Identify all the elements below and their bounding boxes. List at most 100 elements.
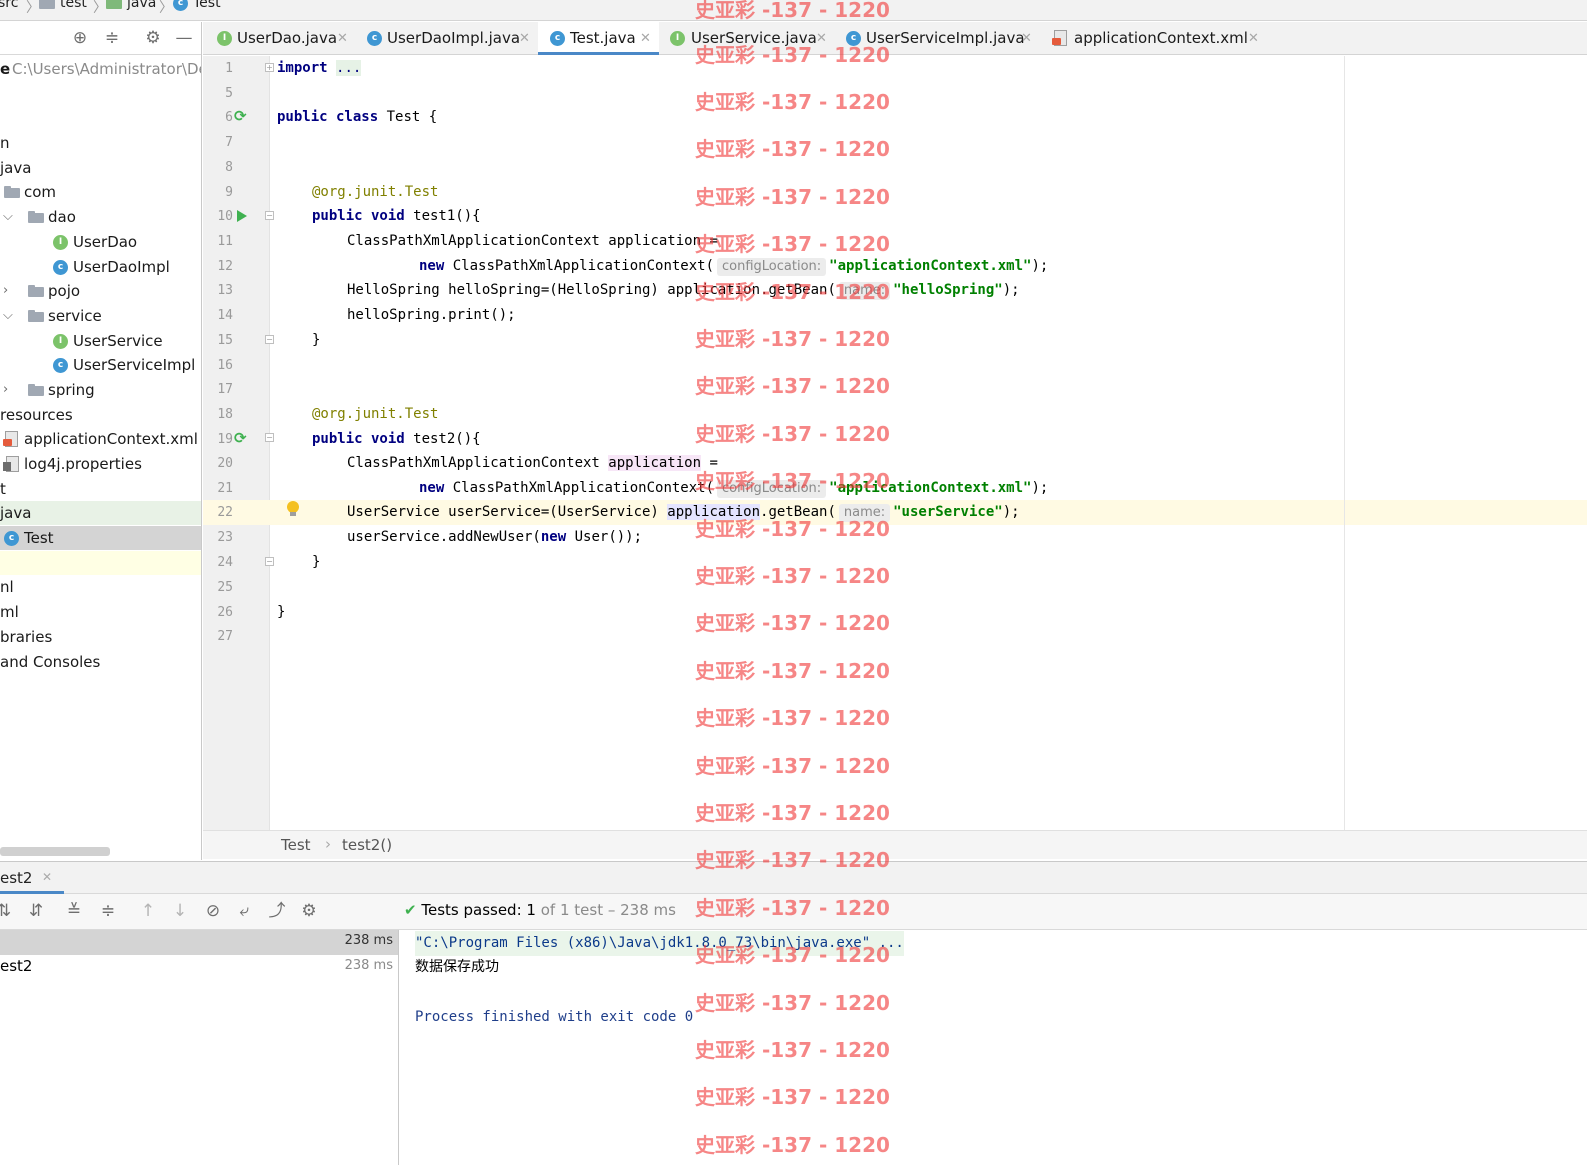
tree-item-applicationcontext[interactable]: applicationContext.xml [0,427,201,451]
code-text: = [701,233,718,249]
tree-item-userservice[interactable]: I UserService [0,329,201,353]
close-icon[interactable]: ✕ [42,870,52,884]
tree-item-resources[interactable]: resources [0,403,201,427]
right-margin-guide [1344,56,1345,830]
run-tab-label[interactable]: est2 [0,869,32,887]
fold-icon[interactable]: − [265,557,274,566]
tree-item-scratches[interactable]: and Consoles [0,650,201,674]
line-number: 9 [225,185,233,200]
line-number: 10 [217,209,233,224]
tree-item-pom[interactable]: ml [0,600,201,624]
chevron-right-icon[interactable]: › [3,378,8,402]
tab-userdao[interactable]: I UserDao.java ✕ [211,22,351,55]
run-test-icon[interactable]: ⟳ [234,430,250,446]
fold-icon[interactable]: − [265,433,274,442]
chevron-right-icon[interactable]: › [3,279,8,303]
package-icon [4,186,20,198]
gear-icon[interactable]: ⚙ [300,902,318,920]
keyword: new [540,529,567,545]
tree-item-userdaoimpl[interactable]: c UserDaoImpl [0,255,201,279]
collapse-all-icon[interactable]: ≑ [103,29,121,47]
tree-item-com[interactable]: com [0,180,201,204]
editor-breadcrumb-class[interactable]: Test [281,836,311,854]
line-number: 14 [217,308,233,323]
tree-item-test-java[interactable]: java [0,501,201,525]
tree-item-spring[interactable]: › spring [0,378,201,402]
code-line-13: HelloSpring helloSpring=(HelloSpring) ap… [347,278,1020,303]
code-text: ); [1031,258,1049,274]
project-path-row[interactable]: e C:\Users\Administrator\De [0,57,201,81]
code-line-12: new ClassPathXmlApplicationContext(confi… [419,254,1048,279]
tree-row-test2[interactable]: est2 238 ms [0,955,398,980]
arrow-down-icon[interactable]: ↓ [171,902,189,920]
gear-icon[interactable]: ⚙ [144,29,162,47]
tree-item-test-class[interactable]: c Test [0,526,201,550]
intention-bulb-icon[interactable] [287,501,299,516]
run-test-icon[interactable] [237,210,247,222]
import-tests-icon[interactable]: ⤶ [235,902,253,920]
tree-item-main[interactable]: n [0,131,201,155]
collapse-all-icon[interactable]: ≑ [99,902,117,920]
close-icon[interactable]: ✕ [1021,22,1032,55]
tree-item-external-libraries[interactable]: braries [0,625,201,649]
breadcrumb-item-test-class[interactable]: c Test [173,0,221,11]
tree-label: dao [48,208,76,226]
tree-item-iml[interactable]: nl [0,575,201,599]
arrow-up-icon[interactable]: ↑ [139,902,157,920]
tree-label: UserDaoImpl [73,258,170,276]
tree-item-pojo[interactable]: › pojo [0,279,201,303]
close-icon[interactable]: ✕ [640,22,651,55]
history-icon[interactable]: ⊘ [204,902,222,920]
class-icon: c [367,31,382,46]
tree-item-userdao[interactable]: I UserDao [0,230,201,254]
breadcrumb-item-java[interactable]: java [106,0,156,11]
tree-label: log4j.properties [24,455,142,473]
breadcrumb-item-test[interactable]: test [39,0,87,11]
tab-applicationcontext[interactable]: applicationContext.xml ✕ [1051,22,1266,55]
tree-label: com [24,183,57,201]
tree-item-userserviceimpl[interactable]: c UserServiceImpl [0,353,201,377]
tree-item-service[interactable]: ⌵ service [0,304,201,328]
close-icon[interactable]: ✕ [1248,22,1259,55]
sort-alpha-icon[interactable]: ⇅ [0,902,13,920]
parameter-hint: name: [838,504,891,522]
code-text: helloSpring.print(); [347,307,516,323]
package-icon [28,285,44,297]
tree-row-root[interactable]: 238 ms [0,930,398,955]
project-path: C:\Users\Administrator\De [12,60,202,78]
hide-icon[interactable]: — [175,29,193,47]
fold-icon[interactable]: + [265,63,274,72]
run-class-icon[interactable]: ⟳ [234,108,250,124]
close-icon[interactable]: ✕ [337,22,348,55]
fold-icon[interactable]: − [265,335,274,344]
tree-label: ml [0,603,19,621]
horizontal-scrollbar[interactable] [0,847,110,856]
code-line-10: public void test1(){ [312,204,481,229]
code-text: ClassPathXmlApplicationContext [347,233,609,249]
editor-breadcrumb-method[interactable]: test2() [342,836,392,854]
chevron-down-icon[interactable]: ⌵ [3,205,13,229]
tab-userserviceimpl[interactable]: c UserServiceImpl.java ✕ [843,22,1043,55]
expand-all-icon[interactable]: ≚ [65,902,83,920]
tab-userdaoimpl[interactable]: c UserDaoImpl.java ✕ [359,22,535,55]
tree-item-test[interactable]: t [0,477,201,501]
breadcrumb-item-src[interactable]: src [0,0,18,11]
tree-item-dao[interactable]: ⌵ dao [0,205,201,229]
console-output[interactable]: "C:\Program Files (x86)\Java\jdk1.8.0_73… [400,930,1587,1165]
folded-imports[interactable]: ... [336,60,362,76]
close-icon[interactable]: ✕ [519,22,530,55]
sort-duration-icon[interactable]: ⇵ [27,902,45,920]
fold-icon[interactable]: − [265,211,274,220]
tab-test[interactable]: c Test.java ✕ [538,22,659,55]
interface-icon: I [217,31,232,46]
class-icon: c [846,31,861,46]
export-tests-icon[interactable]: ⤴ [268,902,286,920]
chevron-down-icon[interactable]: ⌵ [3,304,13,328]
close-icon[interactable]: ✕ [816,22,827,55]
locate-icon[interactable]: ⊕ [71,29,89,47]
method-signature: test1(){ [404,208,481,224]
tree-item-java[interactable]: java [0,156,201,180]
tree-item-log4j[interactable]: log4j.properties [0,452,201,476]
line-number: 16 [217,358,233,373]
tab-userservice[interactable]: I UserService.java ✕ [665,22,835,55]
